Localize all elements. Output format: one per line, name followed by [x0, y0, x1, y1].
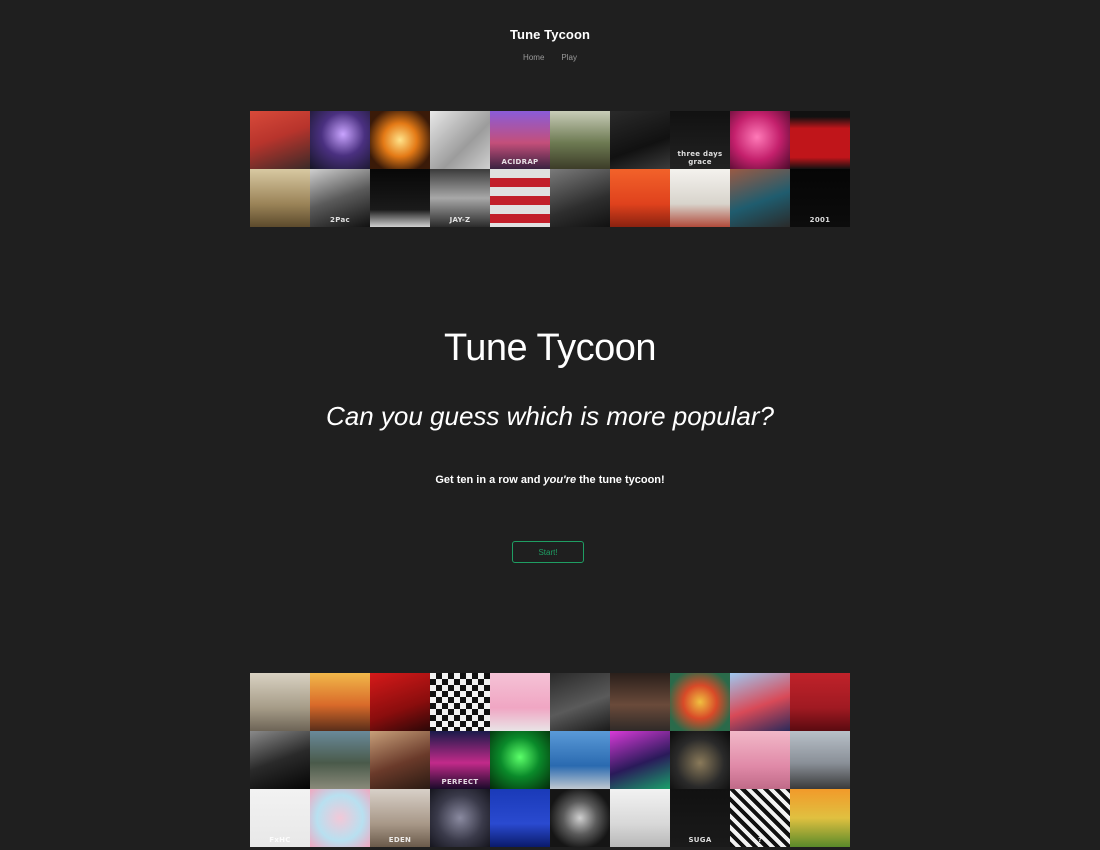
cover-fxhc: FxHC — [250, 789, 310, 847]
album-cover-text: PERFECT — [441, 778, 479, 786]
cover-twenty-one-pilots: three days grace — [670, 111, 730, 169]
cover-red-framed — [790, 111, 850, 169]
cover-pink-pastel — [490, 673, 550, 731]
cover-duo-standing — [550, 673, 610, 731]
cover-question-mark: ? — [730, 789, 790, 847]
album-cover-text: SUGA — [688, 836, 712, 844]
album-cover-text: JAY-Z — [449, 216, 471, 224]
cover-teal-sweater — [730, 169, 790, 227]
cover-checkered — [430, 673, 490, 731]
cover-road-landscape — [790, 731, 850, 789]
cover-outdoor-photo — [550, 111, 610, 169]
cover-suga: SUGA — [670, 789, 730, 847]
cover-red-lake — [790, 673, 850, 731]
cover-sepia-photo — [250, 169, 310, 227]
cover-dr-dre-2001: 2001 — [790, 169, 850, 227]
album-cover-text: 2Pac — [330, 216, 350, 224]
cover-childish-gambino — [250, 111, 310, 169]
cover-billie-eilish — [370, 169, 430, 227]
cover-purple-figure — [310, 111, 370, 169]
cover-green-face — [490, 731, 550, 789]
cover-ornate-dark — [430, 789, 490, 847]
album-cover-text: ? — [757, 836, 763, 844]
tagline: Can you guess which is more popular? — [325, 401, 775, 431]
cover-city-building — [610, 673, 670, 731]
cover-2pac: 2Pac — [310, 169, 370, 227]
album-cover-text: 2001 — [809, 216, 831, 224]
cover-mac-miller — [610, 789, 670, 847]
cover-fire-explosion — [370, 111, 430, 169]
top-nav: Home Play — [0, 53, 1100, 62]
start-button[interactable]: Start! — [512, 541, 584, 563]
site-title: Tune Tycoon — [509, 27, 591, 42]
instruction-text: Get ten in a row and you're the tune tyc… — [0, 474, 1100, 486]
instruction-emphasis: you're — [543, 474, 577, 486]
cover-beige-portrait — [250, 673, 310, 731]
cover-drake-portrait — [550, 169, 610, 227]
album-cover-text: three days grace — [677, 150, 723, 166]
cover-jay-z: JAY-Z — [430, 169, 490, 227]
cover-lil-uzi — [730, 673, 790, 731]
page: Tune Tycoon Home Play ACIDRAP three days … — [0, 0, 1100, 850]
cover-reputation — [430, 111, 490, 169]
cover-pink-face — [730, 731, 790, 789]
cover-dark-white-text — [610, 111, 670, 169]
cover-stripes-figure — [490, 169, 550, 227]
cover-white-figure — [670, 169, 730, 227]
cover-orange-sunset — [610, 169, 670, 227]
instruction-suffix: the tune tycoon! — [576, 474, 665, 486]
cover-colorful-art — [670, 673, 730, 731]
cover-collage — [550, 789, 610, 847]
cover-pastel-circle — [310, 789, 370, 847]
instruction-prefix: Get ten in a row and — [435, 474, 544, 486]
top-album-cover-grid: ACIDRAP three days grace 2Pac JAY-Z 2001 — [250, 111, 850, 227]
cover-abbey-road — [310, 731, 370, 789]
cover-bw-portrait — [250, 731, 310, 789]
cover-rolling-stones — [490, 789, 550, 847]
cover-flower-boy — [790, 789, 850, 847]
cover-blue-sky — [550, 731, 610, 789]
cover-neon-car — [610, 731, 670, 789]
nav-home-link[interactable]: Home — [523, 53, 544, 62]
cover-red-pose — [370, 673, 430, 731]
bottom-album-cover-grid: PERFECT FxHC EDEN SUGA? — [250, 673, 850, 847]
cover-perfect-timing: PERFECT — [430, 731, 490, 789]
cover-vintage-illustration — [370, 731, 430, 789]
hero-title: Tune Tycoon — [443, 327, 657, 369]
album-cover-text: FxHC — [269, 836, 291, 844]
album-cover-text: EDEN — [388, 836, 412, 844]
cover-astroworld — [310, 673, 370, 731]
cover-rihanna-pink — [730, 111, 790, 169]
cover-dark-sculpture — [670, 731, 730, 789]
cover-acid-rap: ACIDRAP — [490, 111, 550, 169]
album-cover-text: ACIDRAP — [501, 158, 539, 166]
nav-play-link[interactable]: Play — [561, 53, 577, 62]
cover-eden: EDEN — [370, 789, 430, 847]
